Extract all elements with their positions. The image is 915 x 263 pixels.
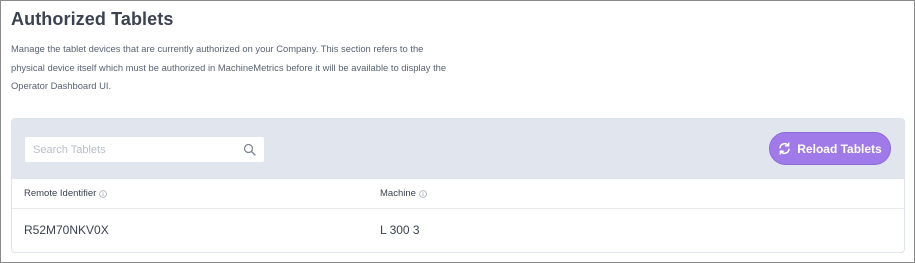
info-icon[interactable] — [419, 189, 427, 198]
reload-tablets-button[interactable]: Reload Tablets — [769, 132, 891, 165]
column-header-machine[interactable]: Machine — [380, 179, 427, 208]
reload-icon — [779, 142, 790, 155]
search-input[interactable] — [25, 137, 235, 162]
page-description: Manage the tablet devices that are curre… — [11, 43, 447, 91]
app-window: Authorized Tablets Manage the tablet dev… — [0, 0, 915, 263]
reload-tablets-label: Reload Tablets — [797, 141, 882, 156]
info-icon[interactable] — [99, 189, 108, 198]
machine-cell: L 300 3 — [380, 222, 420, 237]
column-header-remote-identifier[interactable]: Remote Identifier — [24, 179, 108, 208]
search-icon[interactable] — [243, 143, 256, 156]
column-header-label: Remote Identifier — [24, 188, 97, 199]
search-box[interactable] — [25, 137, 264, 162]
table-row[interactable]: R52M70NKV0X L 300 3 — [12, 209, 904, 250]
remote-identifier-cell: R52M70NKV0X — [24, 222, 109, 237]
card-toolbar: Reload Tablets — [12, 119, 904, 179]
table-header: Remote Identifier Machine — [12, 179, 904, 209]
page-title: Authorized Tablets — [11, 9, 174, 29]
column-header-label: Machine — [380, 188, 416, 199]
tablets-card: Reload Tablets Remote Identifier Machine — [11, 118, 905, 253]
